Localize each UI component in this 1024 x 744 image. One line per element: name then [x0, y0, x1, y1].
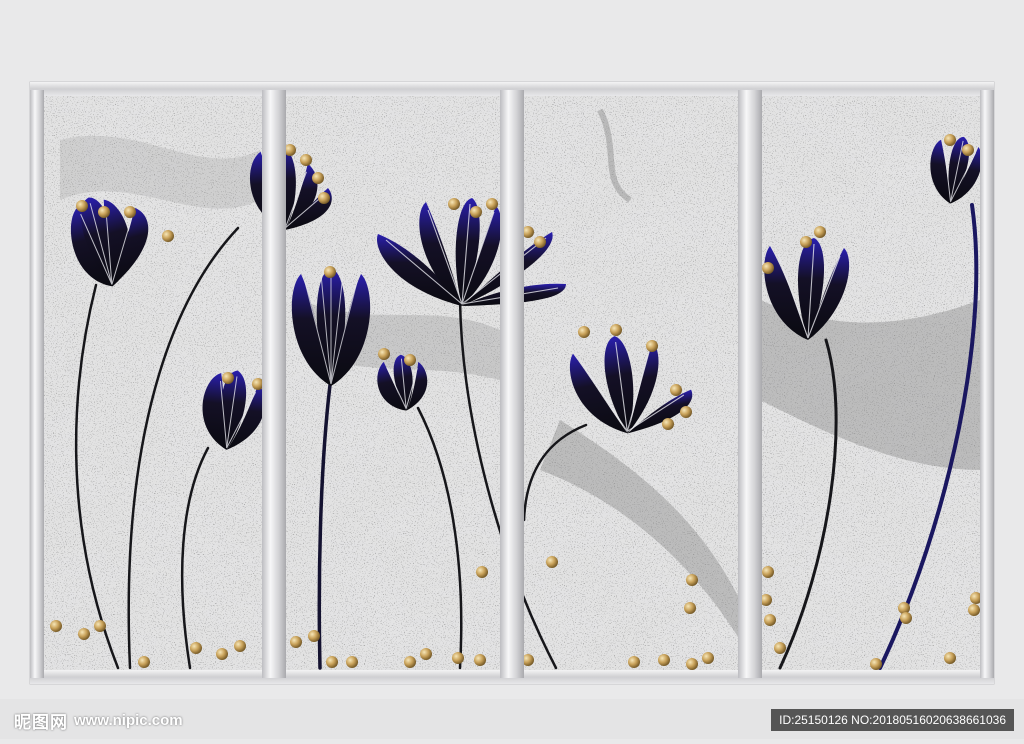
frame-post	[980, 90, 994, 678]
gold-bead	[628, 656, 640, 668]
nipic-logo-text: 昵图网	[14, 712, 68, 733]
gold-bead	[470, 206, 482, 218]
image-id-text: ID:25150126 NO:20180516020638661036	[779, 713, 1006, 727]
gold-bead	[774, 642, 786, 654]
gold-bead	[578, 326, 590, 338]
watermark-logo: 昵图网 www.nipic.com	[14, 707, 183, 733]
gold-bead	[870, 658, 882, 670]
frame-post	[500, 90, 524, 678]
gold-bead	[680, 406, 692, 418]
gold-bead	[420, 648, 432, 660]
gold-bead	[658, 654, 670, 666]
gold-bead	[300, 154, 312, 166]
gold-bead	[222, 372, 234, 384]
gold-bead	[962, 144, 974, 156]
gold-bead	[944, 652, 956, 664]
gold-bead	[534, 236, 546, 248]
gold-bead	[452, 652, 464, 664]
gold-bead	[662, 418, 674, 430]
gold-bead	[308, 630, 320, 642]
gold-bead	[312, 172, 324, 184]
gold-bead	[898, 602, 910, 614]
gold-bead	[404, 656, 416, 668]
gold-bead	[98, 206, 110, 218]
gold-bead	[686, 574, 698, 586]
gold-bead	[968, 604, 980, 616]
gold-bead	[670, 384, 682, 396]
watermark-id-badge: ID:25150126 NO:20180516020638661036	[771, 709, 1014, 731]
gold-bead	[138, 656, 150, 668]
gold-bead	[378, 348, 390, 360]
gold-bead	[190, 642, 202, 654]
gold-bead	[476, 566, 488, 578]
gold-bead	[702, 652, 714, 664]
nipic-url-text: www.nipic.com	[74, 711, 183, 729]
gold-bead	[814, 226, 826, 238]
gold-bead	[764, 614, 776, 626]
artwork-stage	[0, 0, 1024, 739]
gold-bead	[78, 628, 90, 640]
gold-bead	[474, 654, 486, 666]
gold-bead	[684, 602, 696, 614]
frame-post	[30, 90, 44, 678]
gold-bead	[546, 556, 558, 568]
gold-bead	[326, 656, 338, 668]
gold-bead	[324, 266, 336, 278]
gold-bead	[762, 566, 774, 578]
gold-bead	[762, 262, 774, 274]
gold-bead	[124, 206, 136, 218]
gold-bead	[76, 200, 88, 212]
gold-bead	[318, 192, 330, 204]
gold-bead	[646, 340, 658, 352]
gold-bead	[290, 636, 302, 648]
gold-bead	[162, 230, 174, 242]
gold-bead	[900, 612, 912, 624]
gold-bead	[448, 198, 460, 210]
gold-bead	[50, 620, 62, 632]
gold-bead	[216, 648, 228, 660]
gold-bead	[686, 658, 698, 670]
artwork-svg	[0, 81, 1024, 739]
frame-post	[262, 90, 286, 678]
gold-bead	[610, 324, 622, 336]
gold-bead	[404, 354, 416, 366]
gold-bead	[94, 620, 106, 632]
gold-bead	[944, 134, 956, 146]
frame-post	[738, 90, 762, 678]
gold-bead	[800, 236, 812, 248]
gold-bead	[486, 198, 498, 210]
gold-bead	[234, 640, 246, 652]
gold-bead	[346, 656, 358, 668]
